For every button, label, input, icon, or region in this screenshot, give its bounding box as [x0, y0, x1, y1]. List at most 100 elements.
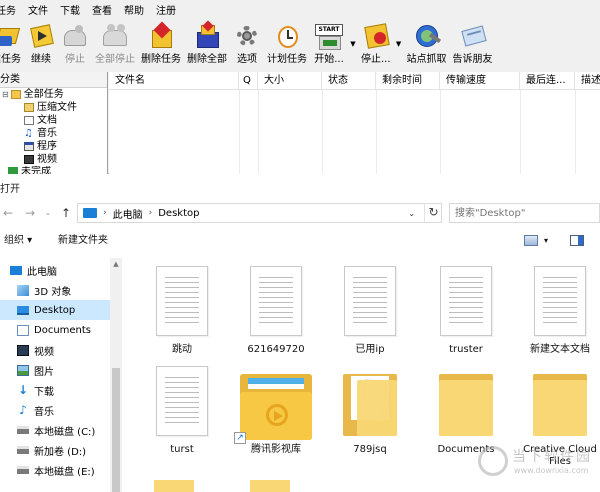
- tell-friend-icon: [459, 22, 487, 52]
- stop-button[interactable]: 停止: [58, 22, 92, 72]
- archive-icon: [24, 103, 34, 112]
- col-status[interactable]: 状态: [322, 72, 376, 89]
- gear-icon: [233, 22, 261, 52]
- delete-all-button[interactable]: 删除全部: [184, 20, 230, 72]
- navigation-scrollbar[interactable]: ▲: [110, 258, 122, 492]
- refresh-button[interactable]: ↻: [424, 203, 442, 223]
- menu-download[interactable]: 下载: [55, 4, 87, 20]
- menu-view[interactable]: 查看: [87, 4, 119, 20]
- breadcrumb-this-pc[interactable]: 此电脑: [113, 206, 143, 221]
- col-size[interactable]: 大小: [258, 72, 322, 89]
- folder-icon: [250, 480, 290, 492]
- stop-queue-button[interactable]: 停止...: [358, 22, 394, 72]
- new-folder-button[interactable]: 新建文件夹: [58, 232, 108, 250]
- site-grabber-button[interactable]: 站点抓取: [404, 22, 450, 72]
- menu-task[interactable]: 任务: [0, 4, 23, 20]
- tree-item-all[interactable]: ⊟ 全部任务: [2, 88, 64, 101]
- stop-queue-icon: [362, 22, 390, 52]
- col-speed[interactable]: 传输速度: [440, 72, 520, 89]
- tree-item-archives[interactable]: 压缩文件: [24, 101, 77, 114]
- start-queue-icon: START: [313, 22, 345, 52]
- nav-item-drive-e[interactable]: 本地磁盘 (E:): [0, 460, 110, 480]
- forward-button[interactable]: →: [22, 204, 38, 222]
- file-item[interactable]: truster: [418, 262, 514, 362]
- scrollbar-thumb[interactable]: [112, 368, 120, 492]
- tree-item-music[interactable]: ♫ 音乐: [24, 127, 57, 140]
- col-description[interactable]: 描述: [575, 72, 600, 89]
- menu-help[interactable]: 帮助: [119, 4, 151, 20]
- task-list: 文件名 Q 大小 状态 剩余时间 传输速度 最后连... 描述: [109, 72, 600, 174]
- tree-item-programs[interactable]: 程序: [24, 140, 57, 153]
- nav-item-drive-c[interactable]: 本地磁盘 (C:): [0, 420, 110, 440]
- nav-item-desktop[interactable]: Desktop: [0, 300, 110, 320]
- command-bar: 组织 ▾ 新建文件夹 ▾: [0, 232, 600, 252]
- nav-item-3d-objects[interactable]: 3D 对象: [0, 280, 110, 300]
- col-last-connect[interactable]: 最后连...: [520, 72, 575, 89]
- stop-queue-dropdown[interactable]: ▼: [394, 22, 404, 66]
- grid-line: [376, 90, 377, 174]
- resume-icon: [27, 22, 55, 52]
- menu-file[interactable]: 文件: [23, 4, 55, 20]
- resume-button[interactable]: 继续: [24, 22, 58, 72]
- up-button[interactable]: ↑: [58, 204, 74, 222]
- nav-item-drive-d[interactable]: 新加卷 (D:): [0, 440, 110, 460]
- arrow-right-icon: →: [24, 206, 36, 220]
- nav-item-music[interactable]: ♪ 音乐: [0, 400, 110, 420]
- col-queue[interactable]: Q: [239, 72, 258, 89]
- nav-item-documents[interactable]: Documents: [0, 320, 110, 340]
- task-list-header: 文件名 Q 大小 状态 剩余时间 传输速度 最后连... 描述: [109, 72, 600, 90]
- text-file-icon: [534, 266, 586, 336]
- category-sidebar: 分类 ⊟ 全部任务 压缩文件 文档 ♫ 音乐 程序 视频 未完成: [0, 72, 108, 176]
- view-dropdown[interactable]: ▾: [544, 232, 548, 250]
- tell-friend-button[interactable]: 告诉朋友: [450, 22, 496, 72]
- text-file-icon: [250, 266, 302, 336]
- program-icon: [24, 142, 34, 151]
- stop-all-button[interactable]: 全部停止: [92, 22, 138, 72]
- start-queue-dropdown[interactable]: ▼: [348, 22, 358, 66]
- watermark-logo-icon: [478, 446, 508, 476]
- delete-task-button[interactable]: 删除任务: [138, 21, 184, 72]
- breadcrumb-separator: ›: [148, 208, 153, 218]
- address-bar[interactable]: › 此电脑 › Desktop ⌄: [77, 203, 442, 223]
- file-item[interactable]: ↗ 腾讯影视库: [228, 362, 324, 462]
- col-remaining[interactable]: 剩余时间: [376, 72, 440, 89]
- nav-item-this-pc[interactable]: 此电脑: [0, 260, 110, 280]
- menu-register[interactable]: 注册: [151, 4, 183, 20]
- navigation-bar: ← → ⌄ ↑ › 此电脑 › Desktop ⌄ ↻: [0, 202, 600, 224]
- tree-item-video[interactable]: 视频: [24, 153, 57, 166]
- watermark: 当下软件园 www.downxia.com: [478, 440, 596, 484]
- file-item[interactable]: 跳动: [134, 262, 230, 362]
- recent-dropdown[interactable]: ⌄: [40, 204, 56, 222]
- address-dropdown[interactable]: ⌄: [408, 209, 415, 218]
- new-task-button[interactable]: 建任务: [0, 22, 24, 72]
- computer-icon: [10, 265, 22, 275]
- col-filename[interactable]: 文件名: [109, 72, 239, 89]
- nav-item-videos[interactable]: 视频: [0, 340, 110, 360]
- tree-item-documents[interactable]: 文档: [24, 114, 57, 127]
- arrow-left-icon: ←: [2, 206, 14, 220]
- file-item[interactable]: 621649720: [228, 262, 324, 362]
- view-options-icon[interactable]: [524, 235, 538, 246]
- folder-icon: [533, 374, 587, 436]
- drive-icon: [17, 446, 29, 454]
- grid-line: [258, 90, 259, 174]
- file-item[interactable]: 新建文本文档: [512, 262, 600, 362]
- back-button[interactable]: ←: [0, 204, 16, 222]
- stop-icon: [61, 22, 89, 52]
- organize-button[interactable]: 组织 ▾: [4, 232, 32, 250]
- file-item[interactable]: 已用ip: [322, 262, 418, 362]
- chevron-down-icon: ⌄: [44, 208, 52, 217]
- breadcrumb-desktop[interactable]: Desktop: [158, 208, 199, 219]
- file-item[interactable]: turst: [134, 362, 230, 462]
- search-input[interactable]: [449, 203, 600, 223]
- scroll-up-icon[interactable]: ▲: [110, 260, 122, 268]
- grid-line: [322, 90, 323, 174]
- start-queue-button[interactable]: START 开始...: [310, 22, 348, 72]
- nav-item-downloads[interactable]: ↓ 下载: [0, 380, 110, 400]
- file-item[interactable]: 789jsq: [322, 362, 418, 462]
- tencent-video-folder-icon: ↗: [234, 374, 312, 444]
- preview-pane-icon[interactable]: [570, 235, 584, 246]
- options-button[interactable]: 选项: [230, 22, 264, 72]
- scheduler-button[interactable]: 计划任务: [264, 22, 310, 72]
- nav-item-pictures[interactable]: 图片: [0, 360, 110, 380]
